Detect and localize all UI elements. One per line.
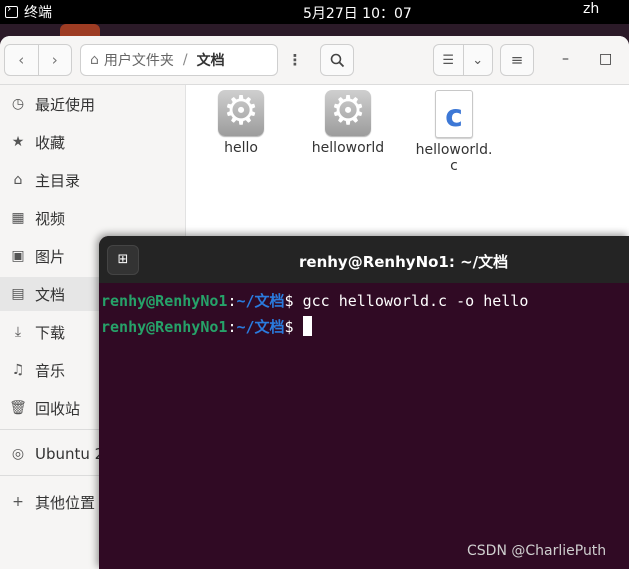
prompt-path: ~/文档 [236, 318, 285, 336]
sidebar-item-label: 最近使用 [35, 95, 96, 114]
prompt-user: renhy@RenhyNo1 [101, 292, 228, 310]
clock-icon: ◷ [11, 96, 25, 112]
hamburger-icon: ≡ [510, 51, 524, 69]
files-header-bar: ‹ › ⌂ 用户文件夹 / 文档 ⋮ ☰ ⌄ ≡ – □ [0, 36, 629, 85]
sidebar-item-label: 音乐 [35, 361, 66, 380]
top-bar: 终端 5月27日 10：07 zh [0, 0, 629, 24]
chevron-down-icon[interactable]: ⌄ [464, 53, 493, 68]
forward-icon[interactable]: › [39, 51, 72, 69]
download-icon: ⤓ [14, 324, 22, 340]
prompt-path: ~/文档 [236, 292, 285, 310]
new-tab-icon: ⊞ [117, 252, 129, 267]
terminal-command: gcc helloworld.c -o hello [302, 292, 529, 310]
sidebar-item-label: 图片 [35, 247, 66, 266]
search-button[interactable] [320, 44, 354, 76]
prompt-symbol: $ [284, 318, 303, 336]
breadcrumb-current[interactable]: 文档 [197, 50, 225, 70]
view-options: ☰ ⌄ [433, 44, 493, 76]
terminal-header-bar: ⊞ renhy@RenhyNo1: ~/文档 [99, 236, 629, 283]
sidebar-item-videos[interactable]: ▦ 视频 [0, 201, 185, 235]
minimize-button[interactable]: – [562, 51, 569, 67]
file-name-continued: c [450, 158, 458, 174]
star-icon: ★ [11, 134, 25, 150]
terminal-title: renhy@RenhyNo1: ~/文档 [299, 253, 509, 271]
input-language[interactable]: zh [583, 1, 599, 17]
terminal-line: renhy@RenhyNo1:~/文档$ gcc helloworld.c -o… [101, 290, 528, 311]
plus-icon: + [12, 494, 24, 510]
file-name: hello [224, 140, 258, 156]
watermark: CSDN @CharliePuth [467, 543, 607, 559]
back-icon[interactable]: ‹ [5, 51, 38, 69]
path-bar[interactable]: ⌂ 用户文件夹 / 文档 [80, 44, 278, 76]
file-name: helloworld. [415, 142, 493, 158]
new-tab-button[interactable]: ⊞ [107, 245, 139, 275]
sidebar-item-label: 主目录 [35, 171, 81, 190]
music-icon: ♫ [11, 362, 25, 378]
maximize-button[interactable]: □ [599, 51, 612, 67]
file-item-helloworld-c[interactable]: c helloworld. c [414, 90, 494, 174]
sidebar-item-starred[interactable]: ★ 收藏 [0, 125, 185, 159]
file-item-hello[interactable]: hello [201, 88, 281, 156]
home-icon: ⌂ [90, 52, 99, 68]
trash-icon: 🗑 [9, 400, 27, 416]
breadcrumb-parent[interactable]: 用户文件夹 [104, 50, 174, 70]
active-app-label: 终端 [24, 5, 52, 21]
breadcrumb-separator: / [182, 52, 188, 68]
list-view-icon[interactable]: ☰ [434, 53, 463, 68]
file-item-helloworld[interactable]: helloworld [308, 88, 388, 156]
sidebar-item-label: 其他位置 [35, 493, 96, 512]
file-name: helloworld [311, 140, 385, 156]
sidebar-item-home[interactable]: ⌂ 主目录 [0, 163, 185, 197]
sidebar-item-label: 视频 [35, 209, 66, 228]
c-source-file-icon: c [435, 90, 473, 138]
sidebar-item-label: 下载 [35, 323, 66, 342]
terminal-line: renhy@RenhyNo1:~/文档$ [101, 316, 312, 337]
disc-icon: ◎ [11, 446, 25, 462]
search-icon [330, 53, 344, 67]
terminal-window[interactable]: ⊞ renhy@RenhyNo1: ~/文档 renhy@RenhyNo1:~/… [99, 236, 629, 569]
prompt-user: renhy@RenhyNo1 [101, 318, 228, 336]
terminal-icon [5, 2, 18, 18]
sidebar-item-recent[interactable]: ◷ 最近使用 [0, 87, 185, 121]
executable-icon [325, 88, 371, 136]
navigation-buttons: ‹ › [4, 44, 72, 76]
text-cursor[interactable] [302, 316, 312, 336]
document-icon: ▤ [11, 286, 25, 302]
more-options-button[interactable]: ⋮ [281, 44, 309, 76]
sidebar-item-label: 收藏 [35, 133, 66, 152]
main-menu-button[interactable]: ≡ [500, 44, 534, 76]
executable-icon [218, 88, 264, 136]
background-window-edge [60, 24, 100, 36]
video-icon: ▦ [11, 210, 25, 226]
sidebar-item-label: 文档 [35, 285, 66, 304]
picture-icon: ▣ [11, 248, 25, 264]
sidebar-item-label: 回收站 [35, 399, 81, 418]
home-icon: ⌂ [13, 172, 23, 188]
active-app[interactable]: 终端 [5, 2, 52, 22]
prompt-symbol: $ [284, 292, 303, 310]
clock[interactable]: 5月27日 10：07 [303, 3, 412, 23]
